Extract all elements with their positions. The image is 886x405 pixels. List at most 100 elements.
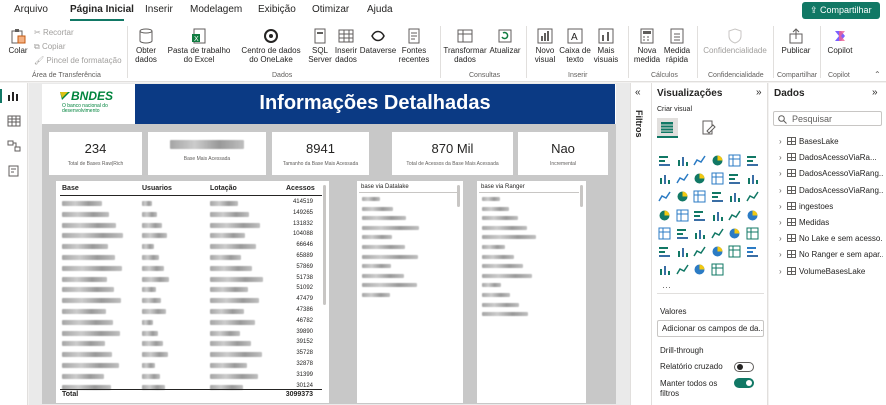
table-row[interactable]: 39152 (56, 339, 329, 349)
table-icon[interactable] (710, 227, 724, 240)
table-row[interactable]: 414519 (56, 199, 329, 209)
line-column-icon[interactable] (711, 172, 724, 185)
transform-data-button[interactable]: Transformar dados (443, 28, 487, 64)
collapse-data-pane-icon[interactable]: » (872, 87, 878, 98)
build-visual-tab[interactable] (657, 118, 678, 138)
r-visual-icon[interactable] (746, 227, 759, 240)
matrix-icon[interactable] (728, 227, 741, 240)
report-view-icon[interactable] (7, 90, 21, 102)
values-drop-well[interactable]: Adicionar os campos de da... (657, 320, 764, 337)
refresh-button[interactable]: Atualizar (486, 28, 524, 55)
dax-query-view-icon[interactable] (7, 165, 21, 177)
card-icon[interactable] (746, 209, 759, 222)
recent-sources-button[interactable]: Fontes recentes (396, 28, 432, 64)
cross-report-toggle[interactable] (734, 362, 754, 372)
excel-button[interactable]: X Pasta de trabalho do Excel (163, 28, 235, 64)
power-automate-icon[interactable] (675, 263, 689, 276)
paste-button[interactable]: Colar (6, 28, 30, 55)
table-row[interactable]: 47386 (56, 307, 329, 317)
field-table-item[interactable]: › No Lake e sem acesso... (779, 234, 883, 243)
copy-button[interactable]: ⧉ Copiar (34, 42, 66, 52)
expand-filters-icon[interactable]: « (635, 87, 641, 98)
kpi-icon[interactable] (676, 227, 689, 240)
line-chart-icon[interactable] (658, 172, 671, 185)
table-view-icon[interactable] (7, 115, 21, 127)
table-row[interactable]: 57869 (56, 264, 329, 274)
field-table-item[interactable]: › ingestoes (779, 201, 883, 211)
field-table-item[interactable]: › DadosAcessoViaRa... (779, 153, 883, 162)
treemap-icon[interactable] (745, 190, 759, 203)
field-table-item[interactable]: › No Ranger e sem apar... (779, 250, 883, 259)
kpi-card-total-accesses[interactable]: 870 Mil Total de Acessos da Base Mais Ac… (392, 132, 513, 175)
copilot-button[interactable]: Copilot (823, 28, 857, 55)
clustered-column-icon[interactable] (711, 154, 724, 167)
chevron-right-icon[interactable]: › (779, 267, 787, 276)
table-row[interactable]: 46782 (56, 318, 329, 328)
kpi-card-incremental[interactable]: Nao Incremental (518, 132, 608, 175)
stacked-area-icon[interactable] (693, 172, 706, 185)
python-visual-icon[interactable] (658, 245, 671, 258)
chevron-right-icon[interactable]: › (779, 186, 787, 195)
tab-arquivo[interactable]: Arquivo (14, 4, 48, 15)
column-header-usuarios[interactable]: Usuarios (142, 185, 172, 192)
key-influencers-icon[interactable] (676, 245, 689, 258)
chevron-right-icon[interactable]: › (779, 250, 787, 259)
format-visual-icon[interactable] (701, 120, 717, 136)
chevron-right-icon[interactable]: › (779, 218, 787, 227)
field-table-item[interactable]: › DadosAcessoViaRang... (779, 185, 883, 195)
multi-row-card-icon[interactable] (658, 227, 671, 240)
donut-chart-icon[interactable] (728, 190, 741, 203)
new-visual-button[interactable]: Novo visual (531, 28, 559, 64)
100-column-icon[interactable] (746, 154, 759, 167)
shape-map-icon[interactable] (711, 209, 724, 222)
ribbon-chart-icon[interactable] (746, 172, 759, 185)
more-icon[interactable] (711, 263, 724, 276)
slicer-icon[interactable] (693, 227, 706, 240)
column-header-acessos[interactable]: Acessos (286, 185, 315, 192)
column-header-base[interactable]: Base (62, 185, 79, 192)
get-data-button[interactable]: Obter dados (131, 28, 161, 64)
sensitivity-button[interactable]: Confidencialidade (700, 28, 770, 55)
clustered-bar-icon[interactable] (693, 154, 706, 167)
field-table-item[interactable]: › VolumeBasesLake (779, 266, 883, 276)
sql-server-button[interactable]: SQL Server (306, 28, 334, 64)
textbox-button[interactable]: A Caixa de texto (559, 28, 591, 64)
chevron-right-icon[interactable]: › (779, 169, 787, 178)
chevron-right-icon[interactable]: › (779, 234, 787, 243)
table-row[interactable]: 32878 (56, 361, 329, 371)
field-table-item[interactable]: › Medidas (779, 218, 883, 227)
access-table[interactable]: Base Usuarios Lotação Acessos 414519 1492… (56, 181, 329, 403)
quick-measure-button[interactable]: Medida rápida (662, 28, 692, 64)
table-scrollbar[interactable] (580, 185, 583, 207)
more-options-icon[interactable]: ··· (662, 282, 671, 292)
filters-label[interactable]: Filtros (634, 110, 644, 138)
tab-inserir[interactable]: Inserir (145, 4, 173, 15)
table-row[interactable]: 35728 (56, 350, 329, 360)
field-table-item[interactable]: › BasesLake (779, 137, 883, 146)
format-painter-button[interactable]: 🖌 Pincel de formatação (34, 56, 122, 65)
column-header-lotacao[interactable]: Lotação (210, 185, 237, 192)
table-row[interactable]: 47479 (56, 296, 329, 306)
column-header-ranger[interactable]: base via Ranger (481, 184, 525, 190)
table-scrollbar[interactable] (457, 185, 460, 207)
scatter-chart-icon[interactable] (693, 190, 706, 203)
area-chart-icon[interactable] (675, 172, 689, 185)
table-row[interactable]: 31399 (56, 372, 329, 382)
kpi-card-total-bases[interactable]: 234 Total de Bases Raw|Rich (49, 132, 142, 175)
new-measure-button[interactable]: Nova medida (633, 28, 661, 64)
map-icon[interactable] (658, 209, 671, 222)
decomposition-tree-icon[interactable] (693, 245, 706, 258)
table-row[interactable]: 131832 (56, 221, 329, 231)
table-row[interactable]: 66646 (56, 242, 329, 252)
gauge-icon[interactable] (728, 209, 741, 222)
chevron-right-icon[interactable]: › (779, 153, 787, 162)
share-button[interactable]: ⇪ Compartilhar ⌄ (802, 2, 880, 26)
column-header-datalake[interactable]: base via Datalake (361, 184, 409, 190)
filled-map-icon[interactable] (676, 209, 689, 222)
enter-data-button[interactable]: Inserir dados (333, 28, 359, 64)
tab-exibicao[interactable]: Exibição (258, 4, 296, 15)
cut-button[interactable]: ✂ Recortar (34, 28, 74, 37)
dataverse-button[interactable]: Dataverse (358, 28, 398, 55)
chevron-right-icon[interactable]: › (779, 202, 787, 211)
table-row[interactable]: 51092 (56, 285, 329, 295)
